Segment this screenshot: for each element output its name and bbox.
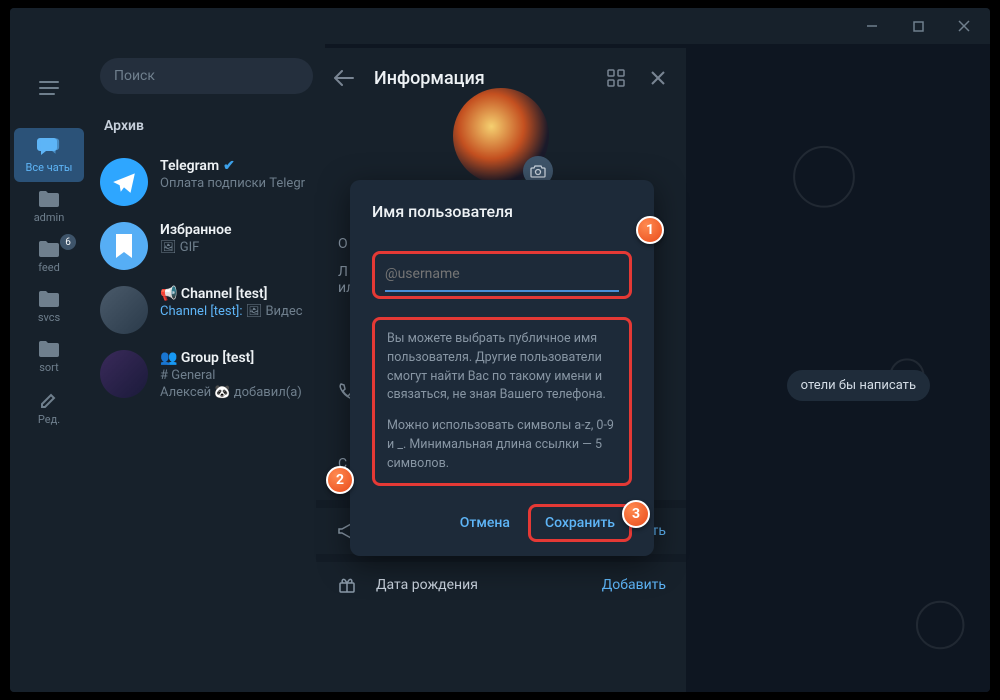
folder-icon <box>38 190 60 208</box>
folder-all-chats[interactable]: Все чаты <box>14 128 84 182</box>
help-text: Вы можете выбрать публичное имя пользова… <box>387 330 617 405</box>
empty-chat-banner: отели бы написать <box>787 370 930 401</box>
folder-svcs[interactable]: svcs <box>14 282 84 332</box>
username-input-highlight <box>372 251 632 299</box>
modal-actions: Отмена Сохранить <box>372 504 632 542</box>
verified-icon: ✔ <box>223 158 235 174</box>
username-help-highlight: Вы можете выбрать публичное имя пользова… <box>372 317 632 486</box>
avatar <box>100 158 148 206</box>
username-modal: Имя пользователя Вы можете выбрать публи… <box>350 180 654 556</box>
save-button[interactable]: Сохранить <box>528 504 632 542</box>
close-window-button[interactable] <box>942 11 986 41</box>
avatar <box>100 286 148 334</box>
chat-subtitle-prefix: Channel [test]: <box>160 304 242 319</box>
chat-subtitle: Алексей 🐼 добавил(а) <box>160 385 313 400</box>
chat-subtitle: Оплата подписки Telegr <box>160 176 313 191</box>
chat-item[interactable]: Избранное 🖼 GIF <box>88 214 325 278</box>
archive-header[interactable]: Архив <box>88 108 325 150</box>
folder-icon <box>38 240 60 258</box>
close-panel-button[interactable] <box>646 66 670 90</box>
chat-body: 👥 Group [test] # General Алексей 🐼 добав… <box>160 350 313 400</box>
titlebar <box>10 8 990 44</box>
chat-item[interactable]: Telegram✔ Оплата подписки Telegr <box>88 150 325 214</box>
minimize-button[interactable] <box>850 11 894 41</box>
callout-1: 1 <box>636 216 664 244</box>
folder-label: Все чаты <box>26 161 73 174</box>
chat-subtitle: 🖼 GIF <box>160 240 313 255</box>
help-text: Можно использовать символы a-z, 0-9 и _.… <box>387 417 617 473</box>
add-action[interactable]: Добавить <box>602 577 666 593</box>
row-label: Дата рождения <box>376 577 584 593</box>
avatar <box>100 350 148 398</box>
chat-item[interactable]: 👥 Group [test] # General Алексей 🐼 добав… <box>88 342 325 408</box>
menu-button[interactable] <box>29 68 69 108</box>
folder-badge: 6 <box>60 234 76 250</box>
back-button[interactable] <box>332 66 356 90</box>
folder-rail: Все чаты admin feed 6 svcs sort Ред. <box>10 44 88 692</box>
folder-feed[interactable]: feed 6 <box>14 232 84 282</box>
birthday-row[interactable]: Дата рождения Добавить <box>316 562 686 608</box>
chat-item[interactable]: 📢 Channel [test] Channel [test]: 🖼 Видес <box>88 278 325 342</box>
chat-body: 📢 Channel [test] Channel [test]: 🖼 Видес <box>160 286 313 334</box>
chat-list: Поиск Архив Telegram✔ Оплата подписки Te… <box>88 44 326 692</box>
folder-sort[interactable]: sort <box>14 332 84 382</box>
search-input[interactable]: Поиск <box>100 58 313 94</box>
avatar <box>100 222 148 270</box>
folder-admin[interactable]: admin <box>14 182 84 232</box>
folder-label: svcs <box>38 311 60 324</box>
profile-photo[interactable] <box>453 88 549 184</box>
cancel-button[interactable]: Отмена <box>446 507 524 539</box>
folder-label: admin <box>34 211 65 224</box>
chat-body: Избранное 🖼 GIF <box>160 222 313 270</box>
folder-edit[interactable]: Ред. <box>14 382 84 434</box>
chat-body: Telegram✔ Оплата подписки Telegr <box>160 158 313 206</box>
username-input[interactable] <box>385 262 619 292</box>
folder-label: sort <box>39 361 59 374</box>
chat-subtitle-prefix: # General <box>160 368 313 383</box>
folder-label: feed <box>38 261 60 274</box>
chats-icon <box>36 136 62 158</box>
callout-2: 2 <box>326 466 354 494</box>
modal-title: Имя пользователя <box>372 202 632 221</box>
chat-title: Telegram <box>160 158 219 174</box>
folder-label: Ред. <box>38 413 60 426</box>
qr-button[interactable] <box>604 66 628 90</box>
edit-icon <box>39 390 59 410</box>
folder-icon <box>38 340 60 358</box>
gift-icon <box>336 576 358 594</box>
chat-title: 📢 Channel [test] <box>160 286 268 302</box>
folder-icon <box>38 290 60 308</box>
chat-subtitle: 🖼 Видес <box>242 304 302 319</box>
chat-title: 👥 Group [test] <box>160 350 254 366</box>
maximize-button[interactable] <box>896 11 940 41</box>
info-title: Информация <box>374 68 586 89</box>
callout-3: 3 <box>622 500 650 528</box>
chat-title: Избранное <box>160 222 232 238</box>
